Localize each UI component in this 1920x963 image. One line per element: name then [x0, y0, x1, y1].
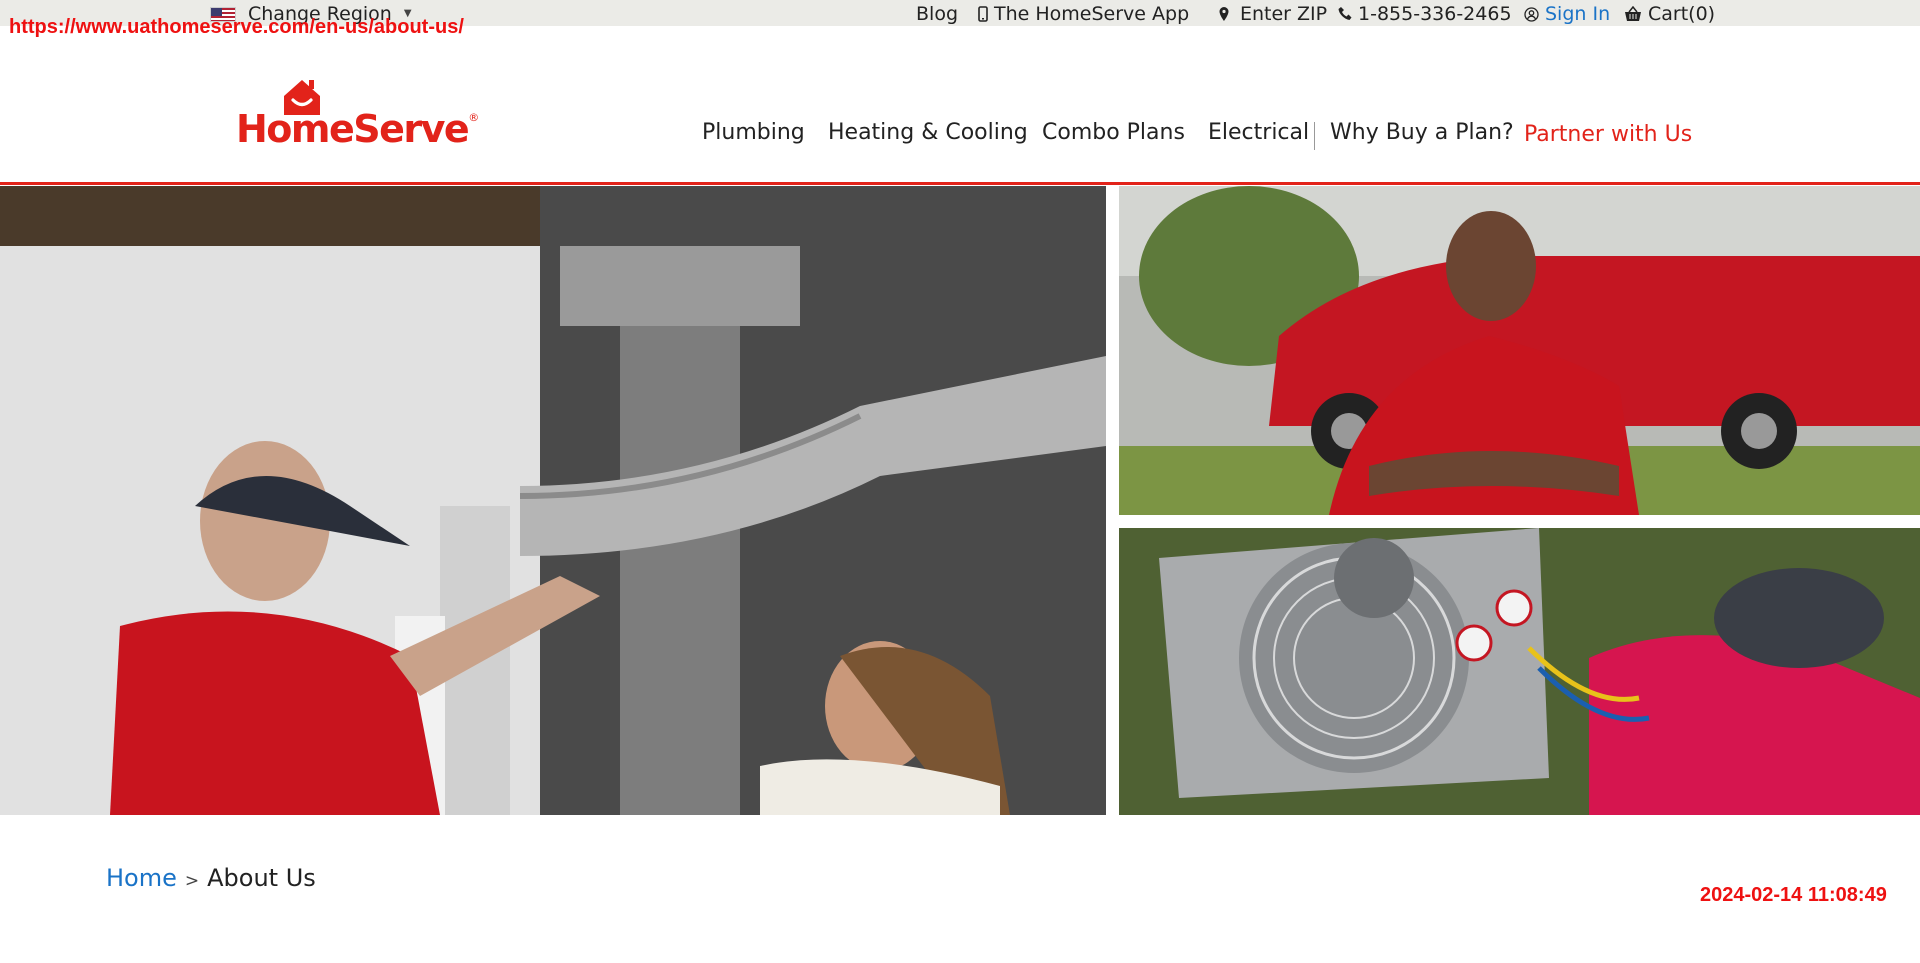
- header-divider: [0, 182, 1920, 185]
- app-label: The HomeServe App: [994, 3, 1190, 25]
- hero-photo-top-illustration: [1119, 186, 1920, 515]
- logo-registered-mark: ®: [468, 111, 479, 124]
- sign-in-link[interactable]: Sign In: [1524, 3, 1610, 25]
- basket-icon: [1625, 6, 1641, 21]
- nav-heating-cooling[interactable]: Heating & Cooling: [828, 120, 1028, 150]
- hero-photo-bottom-illustration: [1119, 528, 1920, 815]
- sign-in-label: Sign In: [1545, 3, 1611, 25]
- nav-partner-with-us[interactable]: Partner with Us: [1524, 122, 1692, 152]
- phone-number: 1-855-336-2465: [1358, 3, 1512, 25]
- nav-combo-plans[interactable]: Combo Plans: [1042, 120, 1185, 150]
- breadcrumb-current-page: About Us: [207, 864, 316, 892]
- location-pin-icon: [1219, 7, 1229, 21]
- phone-device-icon: [978, 6, 988, 22]
- nav-why-buy-plan[interactable]: Why Buy a Plan?: [1330, 120, 1514, 150]
- hero-photo-technician-inspecting-ductwork: [0, 186, 1106, 815]
- user-circle-icon: [1524, 6, 1539, 22]
- breadcrumb-separator: >: [184, 871, 200, 891]
- nav-divider: [1314, 122, 1315, 150]
- homeserve-logo[interactable]: HomeServe®: [236, 77, 479, 151]
- phone-handset-icon: [1338, 7, 1352, 20]
- logo-text: HomeServe: [236, 107, 470, 151]
- cart-link[interactable]: Cart(0): [1624, 3, 1715, 25]
- breadcrumb-home-link[interactable]: Home: [106, 864, 177, 892]
- zip-label: Enter ZIP: [1240, 3, 1328, 25]
- nav-plumbing[interactable]: Plumbing: [702, 120, 805, 150]
- cart-label: Cart(0): [1648, 3, 1716, 25]
- enter-zip-link[interactable]: Enter ZIP: [1218, 3, 1327, 25]
- hero-photo-main-illustration: [0, 186, 1106, 815]
- timestamp-overlay: 2024-02-14 11:08:49: [1700, 884, 1887, 906]
- blog-label: Blog: [916, 3, 958, 25]
- logo-wordmark: HomeServe®: [236, 107, 479, 151]
- hero-photo-technician-with-van: [1119, 186, 1920, 515]
- url-overlay: https://www.uathomeserve.com/en-us/about…: [9, 16, 464, 38]
- phone-link[interactable]: 1-855-336-2465: [1338, 3, 1512, 25]
- breadcrumb: Home > About Us: [106, 864, 316, 892]
- nav-electrical[interactable]: Electrical: [1208, 120, 1309, 150]
- homeserve-app-link[interactable]: The HomeServe App: [978, 3, 1189, 25]
- blog-link[interactable]: Blog: [916, 3, 958, 25]
- hero-photo-technician-servicing-ac-unit: [1119, 528, 1920, 815]
